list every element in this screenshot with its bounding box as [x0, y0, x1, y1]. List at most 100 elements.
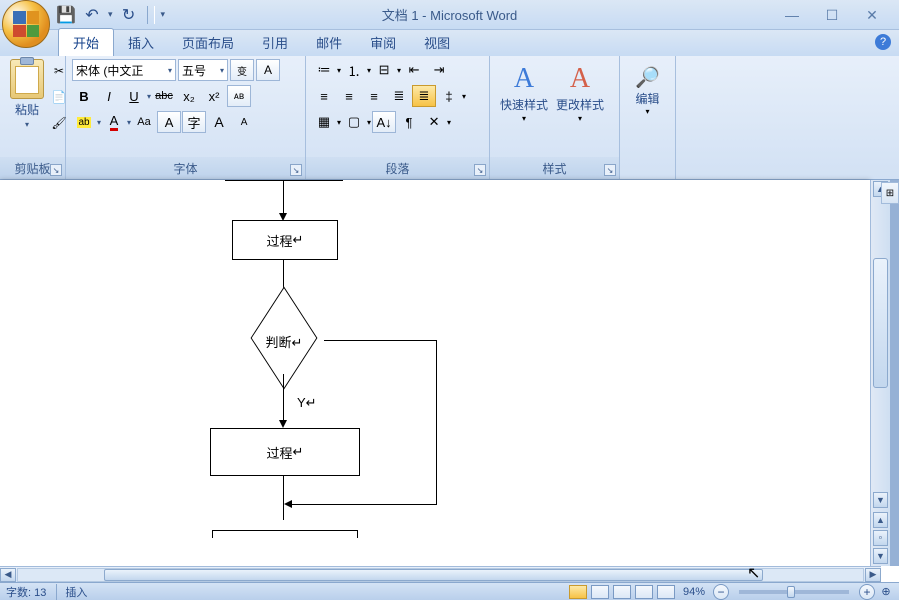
align-right-button[interactable]: ≡	[362, 85, 386, 107]
draft-view-button[interactable]	[657, 585, 675, 599]
grow-font-button[interactable]: A	[207, 111, 231, 133]
char-shading-button[interactable]: A	[157, 111, 181, 133]
paste-button[interactable]: 粘贴 ▾	[6, 59, 48, 129]
show-marks-button[interactable]: ¶	[397, 111, 421, 133]
editing-dropdown[interactable]: ▾	[645, 107, 649, 116]
web-layout-view-button[interactable]	[613, 585, 631, 599]
tab-home[interactable]: 开始	[58, 28, 114, 56]
zoom-slider[interactable]	[739, 590, 849, 594]
font-dialog-launcher[interactable]: ↘	[290, 164, 302, 176]
vertical-scrollbar[interactable]: ▲ ▼ ▲ ◦ ▼	[870, 180, 890, 566]
flowchart-decision[interactable]: 判断↵	[242, 308, 326, 368]
redo-button[interactable]: ↻	[119, 5, 139, 25]
hscroll-thumb[interactable]	[104, 569, 763, 581]
distributed-button[interactable]: ≣	[412, 85, 436, 107]
close-button[interactable]: ✕	[861, 4, 883, 26]
full-screen-view-button[interactable]	[591, 585, 609, 599]
clear-format-button[interactable]: ᴀʙ	[227, 85, 251, 107]
borders-dropdown[interactable]: ▾	[367, 118, 371, 127]
browse-object-button[interactable]: ◦	[873, 530, 888, 546]
zoom-level[interactable]: 94%	[683, 586, 705, 598]
minimize-button[interactable]: —	[781, 4, 803, 26]
next-page-button[interactable]: ▼	[873, 548, 888, 564]
find-button[interactable]: 🔎 编辑 ▾	[626, 59, 669, 116]
phonetic-guide-button[interactable]: 变	[230, 59, 254, 81]
shading-button[interactable]: ▦	[312, 111, 336, 133]
change-styles-dropdown[interactable]: ▾	[578, 114, 582, 123]
paste-dropdown[interactable]: ▾	[25, 120, 29, 129]
clipboard-dialog-launcher[interactable]: ↘	[50, 164, 62, 176]
multilevel-dropdown[interactable]: ▾	[397, 66, 401, 75]
align-center-button[interactable]: ≡	[337, 85, 361, 107]
side-panel-toggle[interactable]: ⊞	[881, 182, 899, 204]
scroll-right-button[interactable]: ▶	[865, 568, 881, 582]
undo-dropdown[interactable]: ▾	[108, 9, 113, 20]
asian-layout-button[interactable]: ✕	[422, 111, 446, 133]
font-name-combo[interactable]: 宋体 (中文正▾	[72, 59, 176, 81]
shading-dropdown[interactable]: ▾	[337, 118, 341, 127]
scroll-left-button[interactable]: ◀	[0, 568, 16, 582]
help-button[interactable]: ?	[875, 34, 891, 50]
shrink-font-button[interactable]: A	[232, 111, 256, 133]
change-styles-button[interactable]: A 更改样式 ▾	[552, 59, 608, 123]
save-button[interactable]: 💾	[56, 5, 76, 25]
tab-view[interactable]: 视图	[410, 29, 464, 56]
char-border-button[interactable]: A	[256, 59, 280, 81]
tab-references[interactable]: 引用	[248, 29, 302, 56]
hscroll-track[interactable]	[17, 568, 864, 582]
change-case-button[interactable]: Aa	[132, 111, 156, 133]
justify-button[interactable]: ≣	[387, 85, 411, 107]
styles-dialog-launcher[interactable]: ↘	[604, 164, 616, 176]
subscript-button[interactable]: x₂	[177, 85, 201, 107]
tab-review[interactable]: 审阅	[356, 29, 410, 56]
numbering-button[interactable]: ⒈	[342, 59, 366, 81]
prev-page-button[interactable]: ▲	[873, 512, 888, 528]
paragraph-dialog-launcher[interactable]: ↘	[474, 164, 486, 176]
office-button[interactable]	[2, 0, 50, 48]
sort-button[interactable]: A↓	[372, 111, 396, 133]
tab-layout[interactable]: 页面布局	[168, 29, 248, 56]
bullets-button[interactable]: ≔	[312, 59, 336, 81]
word-count[interactable]: 字数: 13	[6, 584, 46, 600]
document-page[interactable]: 过程↵ 判断↵ Y↵ 过程↵	[0, 180, 870, 566]
insert-mode[interactable]: 插入	[56, 584, 87, 600]
horizontal-scrollbar[interactable]: ◀ ▶	[0, 566, 881, 582]
flowchart-process[interactable]: 过程↵	[210, 428, 360, 476]
font-color-dropdown[interactable]: ▾	[127, 118, 131, 127]
bold-button[interactable]: B	[72, 85, 96, 107]
strikethrough-button[interactable]: abc	[152, 85, 176, 107]
flowchart-process[interactable]: 过程↵	[232, 220, 338, 260]
flowchart-process-partial[interactable]	[212, 530, 358, 538]
line-spacing-button[interactable]: ‡	[437, 85, 461, 107]
maximize-button[interactable]: ☐	[821, 4, 843, 26]
numbering-dropdown[interactable]: ▾	[367, 66, 371, 75]
borders-button[interactable]: ▢	[342, 111, 366, 133]
enclose-char-button[interactable]: 字	[182, 111, 206, 133]
decrease-indent-button[interactable]: ⇤	[402, 59, 426, 81]
underline-button[interactable]: U	[122, 85, 146, 107]
scroll-thumb[interactable]	[873, 258, 888, 388]
underline-dropdown[interactable]: ▾	[147, 92, 151, 101]
undo-button[interactable]: ↶	[82, 5, 102, 25]
outline-view-button[interactable]	[635, 585, 653, 599]
print-layout-view-button[interactable]	[569, 585, 587, 599]
increase-indent-button[interactable]: ⇥	[427, 59, 451, 81]
multilevel-button[interactable]: ⊟	[372, 59, 396, 81]
zoom-in-button[interactable]: +	[859, 584, 875, 600]
superscript-button[interactable]: x²	[202, 85, 226, 107]
align-left-button[interactable]: ≡	[312, 85, 336, 107]
zoom-dialog-button[interactable]: ⊕	[879, 585, 893, 598]
font-color-button[interactable]: A	[102, 111, 126, 133]
font-size-combo[interactable]: 五号▾	[178, 59, 228, 81]
quick-styles-dropdu own[interactable]: ▾	[522, 114, 526, 123]
tab-mailings[interactable]: 邮件	[302, 29, 356, 56]
quick-styles-button[interactable]: A 快速样式 ▾	[496, 59, 552, 123]
bullets-dropdown[interactable]: ▾	[337, 66, 341, 75]
zoom-out-button[interactable]: −	[713, 584, 729, 600]
highlight-dropdown[interactable]: ▾	[97, 118, 101, 127]
tab-insert[interactable]: 插入	[114, 29, 168, 56]
qat-customize[interactable]: ▾	[161, 9, 166, 20]
asian-layout-dropdown[interactable]: ▾	[447, 118, 451, 127]
italic-button[interactable]: I	[97, 85, 121, 107]
highlight-button[interactable]: ab	[72, 111, 96, 133]
